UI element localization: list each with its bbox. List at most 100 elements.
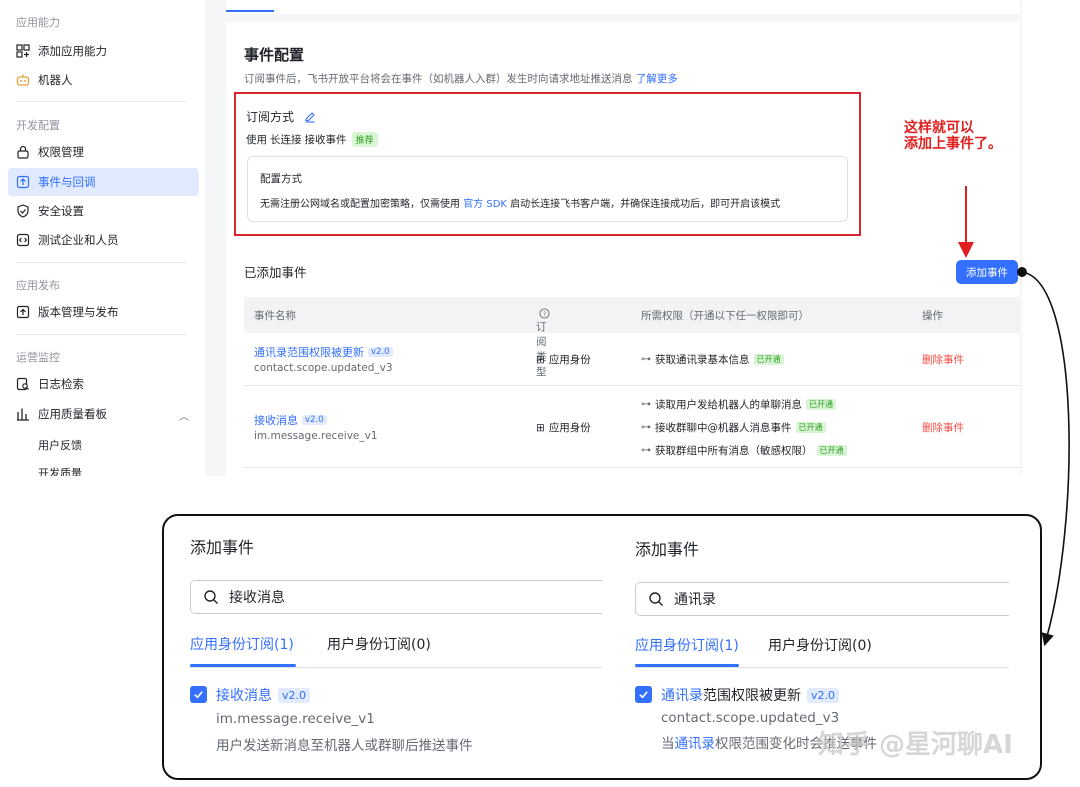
sidebar: 应用能力 添加应用能力 机器人 开发配置 权限管理 事件与回调 安全设置 测试企… xyxy=(0,0,205,476)
use-mode: 长连接 xyxy=(270,134,302,146)
help-icon[interactable]: ? xyxy=(539,308,550,319)
tab-bar: 应用身份订阅(1) 用户身份订阅(0) xyxy=(635,632,1009,668)
section-description: 订阅事件后，飞书开放平台将会在事件（如机器人入群）发生时向请求地址推送消息 了解… xyxy=(244,71,678,86)
active-tab-underline xyxy=(635,664,739,667)
sidebar-item-label: 测试企业和人员 xyxy=(38,233,119,247)
event-item-name: 接收消息 v2.0 xyxy=(216,685,311,705)
search-icon xyxy=(204,590,218,604)
subscription-type: ⊞ 应用身份 xyxy=(536,352,591,367)
permission-item: ⊶ 接收群聊中@机器人消息事件 已开通 xyxy=(641,420,826,435)
add-event-dialog: 添加事件 接收消息 应用身份订阅(1) 用户身份订阅(0) 接收消息 v2.0 i… xyxy=(164,516,604,778)
annotation-text: 这样就可以 添加上事件了。 xyxy=(904,120,1002,152)
sidebar-item-label: 日志检索 xyxy=(38,377,84,391)
section-title: 事件配置 xyxy=(244,46,305,64)
tab-bar: 应用身份订阅(1) 用户身份订阅(0) xyxy=(190,632,602,668)
tab-app-subscription[interactable]: 应用身份订阅(1) xyxy=(635,635,739,655)
permission-label: 获取群组中所有消息（敏感权限） xyxy=(655,445,813,457)
sidebar-item-test-org[interactable]: 测试企业和人员 xyxy=(8,226,199,254)
edit-icon[interactable] xyxy=(304,111,316,123)
permission-label: 读取用户发给机器人的单聊消息 xyxy=(655,399,802,411)
check-icon xyxy=(194,691,203,699)
learn-more-link[interactable]: 了解更多 xyxy=(636,73,678,85)
divider xyxy=(16,334,186,335)
version-badge: v2.0 xyxy=(807,687,840,703)
version-badge: v2.0 xyxy=(278,687,311,703)
event-name[interactable]: 通讯录范围权限被更新 v2.0 xyxy=(254,344,393,360)
key-icon: ⊶ xyxy=(641,354,651,365)
config-desc-part2: 启动长连接飞书客户端，并确保连接成功后，即可开启该模式 xyxy=(510,199,781,210)
sidebar-item-events[interactable]: 事件与回调 xyxy=(8,168,199,196)
subscription-type-label: 应用身份 xyxy=(548,354,591,366)
event-item-key: im.message.receive_v1 xyxy=(216,711,375,727)
checkbox-checked[interactable] xyxy=(190,686,207,703)
config-desc-part1: 无需注册公网域名或配置加密策略，仅需使用 xyxy=(260,199,460,210)
main-content: 事件配置 订阅事件后，飞书开放平台将会在事件（如机器人入群）发生时向请求地址推送… xyxy=(206,0,1022,476)
sidebar-item-label: 权限管理 xyxy=(38,145,84,159)
active-tab-indicator xyxy=(226,10,274,12)
key-icon: ⊶ xyxy=(641,399,651,410)
name-highlight: 接收消息 xyxy=(216,688,272,704)
annotation-line: 这样就可以 xyxy=(904,120,974,136)
sidebar-subitem-dev-quality[interactable]: 开发质量 xyxy=(38,465,82,476)
search-value: 通讯录 xyxy=(674,592,716,608)
chevron-up-icon[interactable]: ︿ xyxy=(179,408,189,423)
sidebar-item-logs[interactable]: 日志检索 xyxy=(8,370,199,398)
delete-event-link[interactable]: 删除事件 xyxy=(922,420,964,435)
sidebar-item-add-capability[interactable]: 添加应用能力 xyxy=(8,37,199,65)
name-highlight: 通讯录 xyxy=(661,688,703,704)
column-header: 操作 xyxy=(922,310,943,322)
sidebar-item-robot[interactable]: 机器人 xyxy=(8,66,199,94)
column-header: 订阅类型? xyxy=(536,308,550,378)
event-config-card: 事件配置 订阅事件后，飞书开放平台将会在事件（如机器人入群）发生时向请求地址推送… xyxy=(226,22,1020,476)
version-badge: v2.0 xyxy=(368,347,393,357)
subscription-type-label: 应用身份 xyxy=(548,422,591,434)
event-name[interactable]: 接收消息 v2.0 xyxy=(254,412,327,428)
app-grid-icon: ⊞ xyxy=(536,353,545,366)
search-icon xyxy=(649,592,663,606)
sidebar-item-permissions[interactable]: 权限管理 xyxy=(8,138,199,166)
status-badge: 已开通 xyxy=(806,399,836,410)
event-item-desc: 用户发送新消息至机器人或群聊后推送事件 xyxy=(216,734,473,754)
sidebar-item-quality[interactable]: 应用质量看板 xyxy=(8,400,199,428)
grid-plus-icon xyxy=(16,44,30,58)
tab-app-subscription[interactable]: 应用身份订阅(1) xyxy=(190,634,294,654)
status-badge: 已开通 xyxy=(816,445,847,456)
event-item-name: 通讯录 范围权限被更新 v2.0 xyxy=(661,685,840,705)
search-input[interactable]: 接收消息 xyxy=(190,580,602,614)
sidebar-item-version[interactable]: 版本管理与发布 xyxy=(8,298,199,326)
permission-item: ⊶ 读取用户发给机器人的单聊消息 已开通 xyxy=(641,397,836,412)
sdk-link[interactable]: 官方 SDK xyxy=(463,199,507,210)
use-prefix: 使用 xyxy=(246,134,267,146)
code-icon xyxy=(16,233,30,247)
delete-event-link[interactable]: 删除事件 xyxy=(922,352,964,367)
subscription-mode-title: 订阅方式 xyxy=(246,108,316,125)
search-input[interactable]: 通讯录 xyxy=(635,582,1009,616)
upload-icon xyxy=(16,305,30,319)
event-item-key: contact.scope.updated_v3 xyxy=(661,710,840,726)
sidebar-item-label: 事件与回调 xyxy=(38,175,96,189)
use-suffix: 接收事件 xyxy=(304,134,347,146)
status-badge: 已开通 xyxy=(795,422,826,433)
sidebar-subitem-feedback[interactable]: 用户反馈 xyxy=(38,437,82,453)
add-event-button[interactable]: 添加事件 xyxy=(956,260,1018,284)
permission-label: 获取通讯录基本信息 xyxy=(655,354,750,366)
tab-user-subscription[interactable]: 用户身份订阅(0) xyxy=(768,635,872,655)
subscription-mode-label: 订阅方式 xyxy=(246,110,295,124)
bar-chart-icon xyxy=(16,407,30,421)
added-events-title: 已添加事件 xyxy=(244,265,307,280)
permission-item: ⊶ 获取群组中所有消息（敏感权限） 已开通 xyxy=(641,443,847,458)
divider xyxy=(16,101,186,102)
tab-user-subscription[interactable]: 用户身份订阅(0) xyxy=(327,634,431,654)
permission-label: 接收群聊中@机器人消息事件 xyxy=(655,422,792,434)
subscription-type: ⊞ 应用身份 xyxy=(536,420,591,435)
watermark: 知乎 @星河聊AI xyxy=(818,730,1013,760)
top-tab-strip xyxy=(226,0,1020,14)
lock-icon xyxy=(16,145,30,159)
checkbox-checked[interactable] xyxy=(635,686,652,703)
event-icon xyxy=(16,175,30,189)
sidebar-item-security[interactable]: 安全设置 xyxy=(8,197,199,225)
key-icon: ⊶ xyxy=(641,422,651,433)
config-method-box: 配置方式 无需注册公网域名或配置加密策略，仅需使用 官方 SDK 启动长连接飞书… xyxy=(247,156,848,222)
app-grid-icon: ⊞ xyxy=(536,421,545,434)
desc-prefix: 当 xyxy=(661,736,675,752)
